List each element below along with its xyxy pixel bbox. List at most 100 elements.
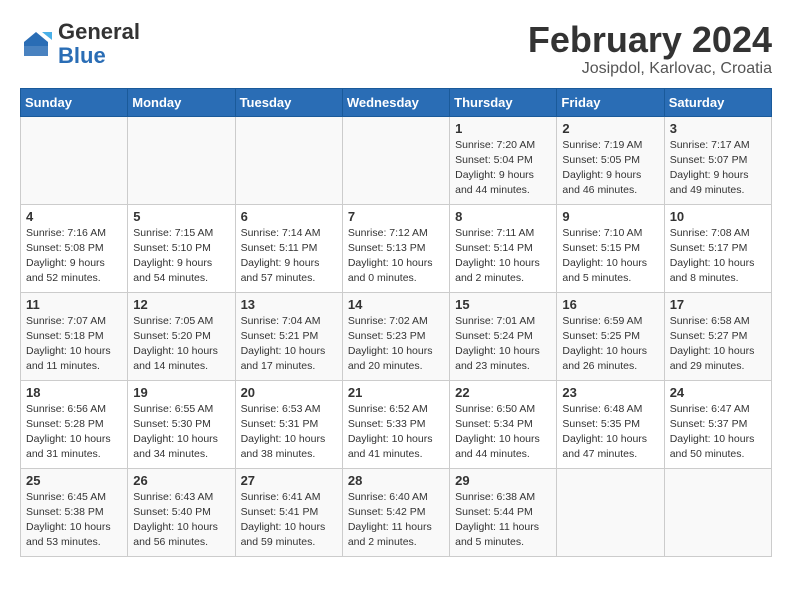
calendar-cell: 24Sunrise: 6:47 AMSunset: 5:37 PMDayligh… <box>664 380 771 468</box>
calendar-cell: 13 Sunrise: 7:04 AMSunset: 5:21 PMDayligh… <box>235 292 342 380</box>
day-info: Sunrise: 6:45 AMSunset: 5:38 PMDaylight:… <box>26 490 122 551</box>
calendar-cell <box>557 468 664 556</box>
calendar-cell: 6Sunrise: 7:14 AMSunset: 5:11 PMDaylight… <box>235 204 342 292</box>
day-number: 2 <box>562 121 658 136</box>
calendar-cell: 14 Sunrise: 7:02 AMSunset: 5:23 PMDayligh… <box>342 292 449 380</box>
day-number: 19 <box>133 385 229 400</box>
day-number: 28 <box>348 473 444 488</box>
month-year-title: February 2024 <box>528 20 772 60</box>
dow-header-sunday: Sunday <box>21 88 128 116</box>
day-number: 24 <box>670 385 766 400</box>
calendar-cell: 5 Sunrise: 7:15 AMSunset: 5:10 PMDaylight… <box>128 204 235 292</box>
day-number: 10 <box>670 209 766 224</box>
day-number: 21 <box>348 385 444 400</box>
day-info: Sunrise: 7:19 AMSunset: 5:05 PMDaylight:… <box>562 138 658 199</box>
calendar-cell: 19Sunrise: 6:55 AMSunset: 5:30 PMDayligh… <box>128 380 235 468</box>
day-info: Sunrise: 7:12 AMSunset: 5:13 PMDaylight:… <box>348 226 444 287</box>
calendar-cell: 23 Sunrise: 6:48 AMSunset: 5:35 PMDayligh… <box>557 380 664 468</box>
day-info: Sunrise: 6:41 AMSunset: 5:41 PMDaylight:… <box>241 490 337 551</box>
day-number: 9 <box>562 209 658 224</box>
day-number: 27 <box>241 473 337 488</box>
calendar-cell <box>342 116 449 204</box>
calendar-cell: 12 Sunrise: 7:05 AMSunset: 5:20 PMDayligh… <box>128 292 235 380</box>
day-info: Sunrise: 7:05 AMSunset: 5:20 PMDaylight:… <box>133 314 229 375</box>
calendar-cell: 20 Sunrise: 6:53 AMSunset: 5:31 PMDayligh… <box>235 380 342 468</box>
calendar-cell: 7 Sunrise: 7:12 AMSunset: 5:13 PMDaylight… <box>342 204 449 292</box>
day-info: Sunrise: 7:20 AMSunset: 5:04 PMDaylight:… <box>455 138 551 199</box>
day-info: Sunrise: 7:15 AMSunset: 5:10 PMDaylight:… <box>133 226 229 287</box>
day-number: 23 <box>562 385 658 400</box>
calendar-cell: 25 Sunrise: 6:45 AMSunset: 5:38 PMDayligh… <box>21 468 128 556</box>
day-number: 17 <box>670 297 766 312</box>
dow-header-saturday: Saturday <box>664 88 771 116</box>
day-info: Sunrise: 6:58 AMSunset: 5:27 PMDaylight:… <box>670 314 766 375</box>
dow-header-friday: Friday <box>557 88 664 116</box>
day-number: 8 <box>455 209 551 224</box>
calendar-cell: 21 Sunrise: 6:52 AMSunset: 5:33 PMDayligh… <box>342 380 449 468</box>
day-number: 29 <box>455 473 551 488</box>
day-number: 14 <box>348 297 444 312</box>
logo-text: General Blue <box>58 20 140 68</box>
calendar-cell: 8Sunrise: 7:11 AMSunset: 5:14 PMDaylight… <box>450 204 557 292</box>
day-info: Sunrise: 6:38 AMSunset: 5:44 PMDaylight:… <box>455 490 551 551</box>
calendar-cell: 2 Sunrise: 7:19 AMSunset: 5:05 PMDaylight… <box>557 116 664 204</box>
calendar-cell: 27 Sunrise: 6:41 AMSunset: 5:41 PMDayligh… <box>235 468 342 556</box>
dow-header-thursday: Thursday <box>450 88 557 116</box>
calendar-cell <box>128 116 235 204</box>
calendar-cell: 11 Sunrise: 7:07 AMSunset: 5:18 PMDayligh… <box>21 292 128 380</box>
day-number: 12 <box>133 297 229 312</box>
day-number: 7 <box>348 209 444 224</box>
day-info: Sunrise: 7:04 AMSunset: 5:21 PMDaylight:… <box>241 314 337 375</box>
calendar-cell: 29 Sunrise: 6:38 AMSunset: 5:44 PMDayligh… <box>450 468 557 556</box>
day-number: 5 <box>133 209 229 224</box>
logo-icon <box>20 28 52 60</box>
day-info: Sunrise: 7:16 AMSunset: 5:08 PMDaylight:… <box>26 226 122 287</box>
calendar-cell <box>664 468 771 556</box>
day-info: Sunrise: 6:52 AMSunset: 5:33 PMDaylight:… <box>348 402 444 463</box>
dow-header-tuesday: Tuesday <box>235 88 342 116</box>
day-info: Sunrise: 6:48 AMSunset: 5:35 PMDaylight:… <box>562 402 658 463</box>
calendar-cell <box>21 116 128 204</box>
dow-header-monday: Monday <box>128 88 235 116</box>
calendar-table: SundayMondayTuesdayWednesdayThursdayFrid… <box>20 88 772 557</box>
calendar-cell: 3 Sunrise: 7:17 AMSunset: 5:07 PMDaylight… <box>664 116 771 204</box>
day-number: 18 <box>26 385 122 400</box>
day-info: Sunrise: 7:07 AMSunset: 5:18 PMDaylight:… <box>26 314 122 375</box>
day-number: 20 <box>241 385 337 400</box>
calendar-cell: 9 Sunrise: 7:10 AMSunset: 5:15 PMDaylight… <box>557 204 664 292</box>
calendar-cell <box>235 116 342 204</box>
day-info: Sunrise: 7:08 AMSunset: 5:17 PMDaylight:… <box>670 226 766 287</box>
day-info: Sunrise: 7:10 AMSunset: 5:15 PMDaylight:… <box>562 226 658 287</box>
day-info: Sunrise: 7:02 AMSunset: 5:23 PMDaylight:… <box>348 314 444 375</box>
calendar-cell: 17 Sunrise: 6:58 AMSunset: 5:27 PMDayligh… <box>664 292 771 380</box>
calendar-cell: 28 Sunrise: 6:40 AMSunset: 5:42 PMDayligh… <box>342 468 449 556</box>
calendar-cell: 4 Sunrise: 7:16 AMSunset: 5:08 PMDaylight… <box>21 204 128 292</box>
calendar-cell: 10 Sunrise: 7:08 AMSunset: 5:17 PMDayligh… <box>664 204 771 292</box>
day-info: Sunrise: 6:50 AMSunset: 5:34 PMDaylight:… <box>455 402 551 463</box>
day-info: Sunrise: 7:17 AMSunset: 5:07 PMDaylight:… <box>670 138 766 199</box>
location-subtitle: Josipdol, Karlovac, Croatia <box>528 60 772 78</box>
page-header: General Blue February 2024 Josipdol, Kar… <box>20 20 772 78</box>
day-number: 11 <box>26 297 122 312</box>
calendar-cell: 26 Sunrise: 6:43 AMSunset: 5:40 PMDayligh… <box>128 468 235 556</box>
calendar-cell: 1 Sunrise: 7:20 AMSunset: 5:04 PMDaylight… <box>450 116 557 204</box>
calendar-cell: 16Sunrise: 6:59 AMSunset: 5:25 PMDayligh… <box>557 292 664 380</box>
day-number: 1 <box>455 121 551 136</box>
logo: General Blue <box>20 20 140 68</box>
day-number: 6 <box>241 209 337 224</box>
calendar-cell: 22 Sunrise: 6:50 AMSunset: 5:34 PMDayligh… <box>450 380 557 468</box>
day-info: Sunrise: 6:40 AMSunset: 5:42 PMDaylight:… <box>348 490 444 551</box>
day-number: 4 <box>26 209 122 224</box>
day-info: Sunrise: 6:53 AMSunset: 5:31 PMDaylight:… <box>241 402 337 463</box>
day-number: 25 <box>26 473 122 488</box>
day-number: 22 <box>455 385 551 400</box>
day-number: 15 <box>455 297 551 312</box>
day-number: 3 <box>670 121 766 136</box>
title-block: February 2024 Josipdol, Karlovac, Croati… <box>528 20 772 78</box>
dow-header-wednesday: Wednesday <box>342 88 449 116</box>
day-number: 13 <box>241 297 337 312</box>
day-number: 26 <box>133 473 229 488</box>
calendar-cell: 18Sunrise: 6:56 AMSunset: 5:28 PMDayligh… <box>21 380 128 468</box>
calendar-cell: 15Sunrise: 7:01 AMSunset: 5:24 PMDayligh… <box>450 292 557 380</box>
day-info: Sunrise: 6:43 AMSunset: 5:40 PMDaylight:… <box>133 490 229 551</box>
